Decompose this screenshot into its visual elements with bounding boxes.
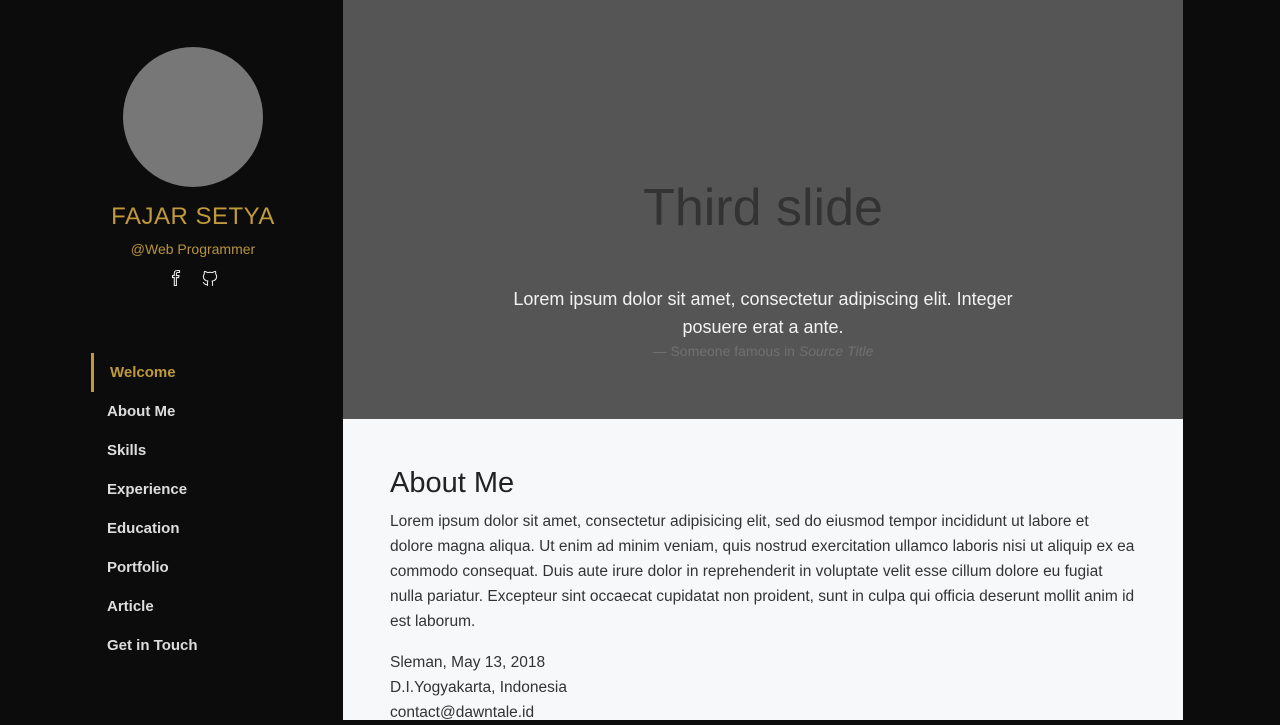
date-line: Sleman, May 13, 2018 <box>390 654 546 671</box>
github-icon[interactable] <box>201 269 219 287</box>
nav-item-welcome[interactable]: Welcome <box>91 353 311 392</box>
social-links <box>167 268 219 288</box>
hero-carousel[interactable]: Third slide Lorem ipsum dolor sit amet, … <box>343 0 1183 419</box>
right-gutter <box>1183 0 1280 720</box>
sidebar: FAJAR SETYA @Web Programmer Welcome Abou… <box>0 0 343 720</box>
nav-item-article[interactable]: Article <box>91 587 311 626</box>
nav-item-get-in-touch[interactable]: Get in Touch <box>91 626 311 665</box>
nav-item-portfolio[interactable]: Portfolio <box>91 548 311 587</box>
nav-item-about-me[interactable]: About Me <box>91 392 311 431</box>
about-section: About Me Lorem ipsum dolor sit amet, con… <box>343 419 1183 721</box>
nav-item-education[interactable]: Education <box>91 509 311 548</box>
profile-name: FAJAR SETYA <box>111 203 275 230</box>
section-title: About Me <box>390 467 515 499</box>
avatar <box>123 47 263 187</box>
slide-title: Third slide <box>643 179 883 237</box>
location-line: D.I.Yogyakarta, Indonesia <box>390 679 567 696</box>
citation-prefix: — Someone famous in <box>652 343 799 359</box>
profile-role: @Web Programmer <box>130 241 256 257</box>
nav-item-skills[interactable]: Skills <box>91 431 311 470</box>
facebook-icon[interactable] <box>167 269 185 287</box>
nav-item-experience[interactable]: Experience <box>91 470 311 509</box>
citation-source: Source Title <box>798 343 874 359</box>
about-meta: Sleman, May 13, 2018 D.I.Yogyakarta, Ind… <box>390 650 567 725</box>
about-paragraph: Lorem ipsum dolor sit amet, consectetur … <box>390 513 1135 630</box>
slide-quote: Lorem ipsum dolor sit amet, consectetur … <box>513 289 1013 337</box>
email-link[interactable]: contact@dawntale.id <box>390 700 567 725</box>
sidebar-nav: Welcome About Me Skills Experience Educa… <box>91 353 311 665</box>
slide-citation: — Someone famous in Source Title <box>343 343 1183 359</box>
